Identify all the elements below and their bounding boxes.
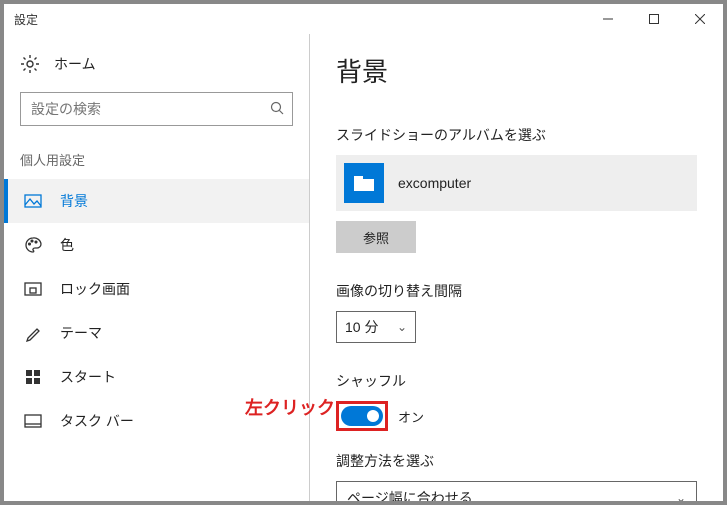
- shuffle-label: シャッフル: [336, 371, 697, 391]
- nav-item-colors[interactable]: 色: [4, 223, 309, 267]
- gear-icon: [20, 54, 40, 74]
- toggle-knob: [367, 410, 379, 422]
- nav-group-header: 個人用設定: [4, 150, 309, 179]
- lockscreen-icon: [24, 280, 42, 298]
- home-label: ホーム: [54, 54, 96, 74]
- shuffle-state: オン: [398, 407, 424, 426]
- palette-icon: [24, 236, 42, 254]
- folder-icon: [344, 163, 384, 203]
- nav-item-label: スタート: [60, 367, 116, 387]
- fit-value: ページ幅に合わせる: [347, 488, 473, 501]
- nav-item-taskbar[interactable]: タスク バー: [4, 399, 309, 443]
- chevron-down-icon: ⌄: [676, 491, 686, 501]
- nav-item-label: テーマ: [60, 323, 102, 343]
- nav-item-start[interactable]: スタート: [4, 355, 309, 399]
- interval-label: 画像の切り替え間隔: [336, 281, 697, 301]
- fit-select[interactable]: ページ幅に合わせる ⌄: [336, 481, 697, 501]
- nav-item-label: 背景: [60, 191, 88, 211]
- window-title: 設定: [14, 11, 38, 28]
- nav-item-label: ロック画面: [60, 279, 130, 299]
- sidebar: ホーム 個人用設定 背景 色: [4, 34, 309, 501]
- close-button[interactable]: [677, 4, 723, 34]
- fit-label: 調整方法を選ぶ: [336, 451, 697, 471]
- interval-select[interactable]: 10 分 ⌄: [336, 311, 416, 343]
- minimize-button[interactable]: [585, 4, 631, 34]
- nav-item-label: 色: [60, 235, 74, 255]
- nav-item-background[interactable]: 背景: [4, 179, 309, 223]
- content-pane: 背景 スライドショーのアルバムを選ぶ excomputer 参照 画像の切り替え…: [309, 34, 723, 501]
- shuffle-toggle[interactable]: [341, 406, 383, 426]
- search-icon: [270, 101, 284, 118]
- page-title: 背景: [336, 52, 697, 89]
- search-box[interactable]: [20, 92, 293, 126]
- maximize-button[interactable]: [631, 4, 677, 34]
- nav-item-lockscreen[interactable]: ロック画面: [4, 267, 309, 311]
- interval-value: 10 分: [345, 317, 378, 337]
- chevron-down-icon: ⌄: [397, 320, 407, 334]
- theme-icon: [24, 324, 42, 342]
- slideshow-album-label: スライドショーのアルバムを選ぶ: [336, 125, 697, 145]
- annotation-highlight: [336, 401, 388, 431]
- album-name: excomputer: [398, 175, 471, 191]
- nav-item-label: タスク バー: [60, 411, 134, 431]
- album-row[interactable]: excomputer: [336, 155, 697, 211]
- taskbar-icon: [24, 412, 42, 430]
- home-link[interactable]: ホーム: [4, 44, 309, 92]
- image-icon: [24, 192, 42, 210]
- browse-button[interactable]: 参照: [336, 221, 416, 253]
- title-bar: 設定: [4, 4, 723, 34]
- settings-window: 設定 ホーム: [4, 4, 723, 501]
- search-input[interactable]: [31, 101, 264, 117]
- nav-item-themes[interactable]: テーマ: [4, 311, 309, 355]
- start-icon: [24, 368, 42, 386]
